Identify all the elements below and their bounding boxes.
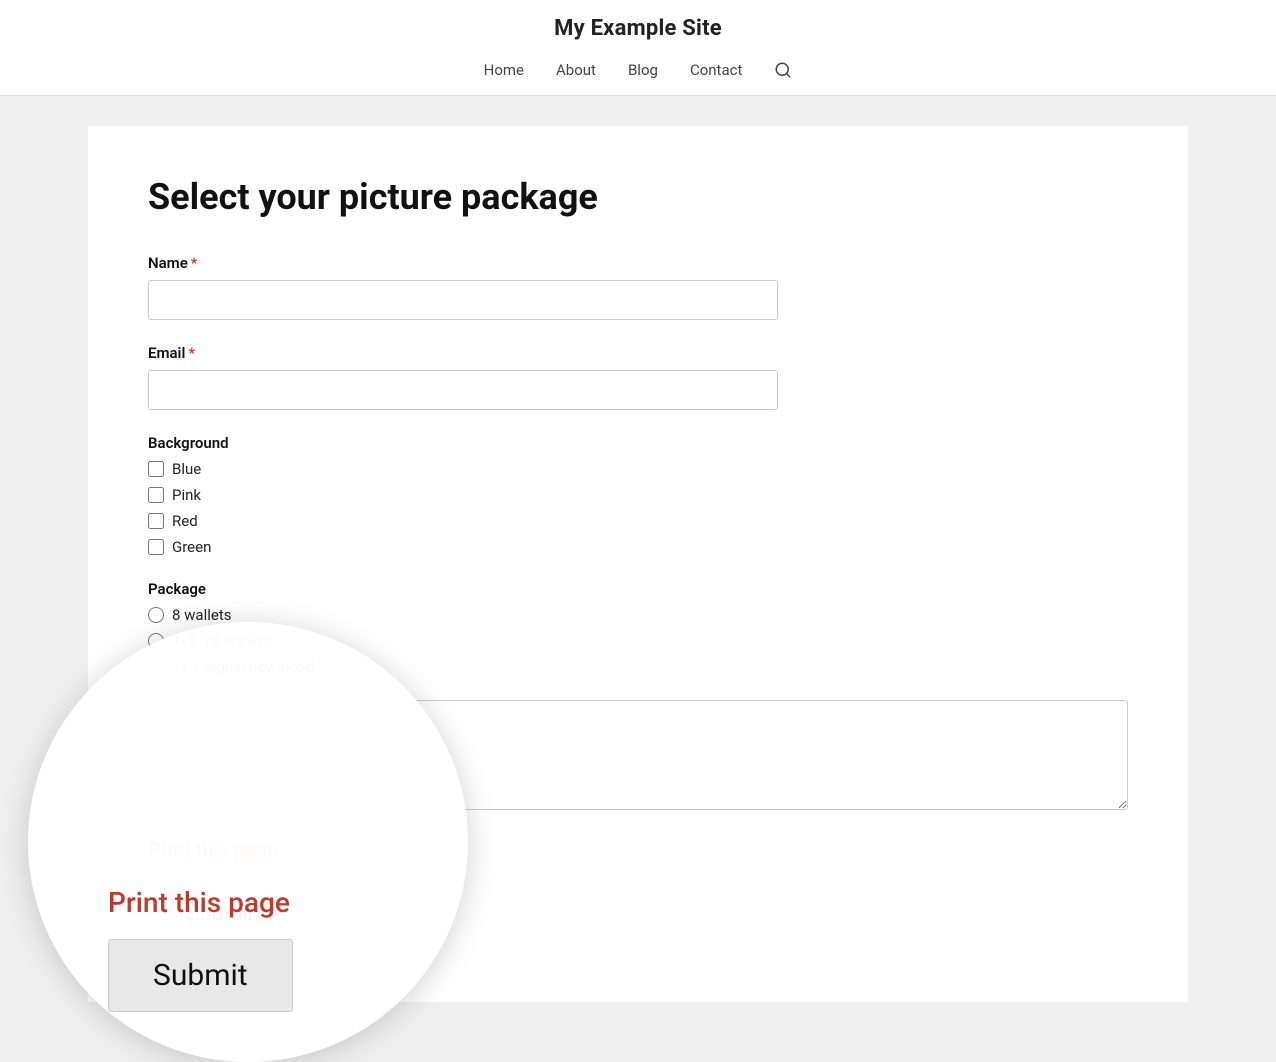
checkbox-blue[interactable]: Blue: [148, 460, 1128, 478]
site-title: My Example Site: [0, 0, 1276, 51]
page-body: Select your picture package Name* Email*…: [0, 96, 1276, 1032]
background-group: Background Blue Pink Red Green: [148, 434, 1128, 556]
radio-package-3-input[interactable]: [148, 659, 164, 675]
radio-package-2[interactable]: 1x5, 16 wallets: [148, 632, 1128, 650]
checkbox-green-input[interactable]: [148, 539, 164, 555]
radio-package-1-input[interactable]: [148, 607, 164, 623]
radio-package-3[interactable]: 1s + digital download: [148, 658, 1128, 676]
nav-about[interactable]: About: [556, 61, 596, 79]
radio-package-2-input[interactable]: [148, 633, 164, 649]
background-checkboxes: Blue Pink Red Green: [148, 460, 1128, 556]
package-group: Package 8 wallets 1x5, 16 wallets 1s + d…: [148, 580, 1128, 676]
name-group: Name*: [148, 254, 1128, 320]
notes-group: [148, 700, 1128, 814]
checkbox-red-input[interactable]: [148, 513, 164, 529]
checkbox-pink-input[interactable]: [148, 487, 164, 503]
name-input[interactable]: [148, 280, 778, 320]
background-label: Background: [148, 434, 1128, 452]
name-label: Name*: [148, 254, 1128, 272]
checkbox-red[interactable]: Red: [148, 512, 1128, 530]
nav-blog[interactable]: Blog: [628, 61, 658, 79]
main-nav: Home About Blog Contact: [0, 51, 1276, 95]
submit-container: Submit: [148, 886, 1128, 942]
nav-contact[interactable]: Contact: [690, 61, 742, 79]
site-header: My Example Site Home About Blog Contact: [0, 0, 1276, 96]
nav-home[interactable]: Home: [484, 61, 524, 79]
zoom-submit-text: Submit: [108, 939, 293, 1012]
notes-input[interactable]: [148, 700, 1128, 810]
checkbox-pink[interactable]: Pink: [148, 486, 1128, 504]
name-required: *: [191, 254, 198, 272]
submit-button[interactable]: Submit: [148, 886, 290, 942]
email-group: Email*: [148, 344, 1128, 410]
package-label: Package: [148, 580, 1128, 598]
print-link-container: Print this page: [148, 838, 1128, 886]
radio-package-1[interactable]: 8 wallets: [148, 606, 1128, 624]
search-icon: [774, 61, 792, 79]
form-title: Select your picture package: [148, 176, 1128, 218]
form-card: Select your picture package Name* Email*…: [88, 126, 1188, 1002]
email-input[interactable]: [148, 370, 778, 410]
search-button[interactable]: [774, 61, 792, 79]
checkbox-blue-input[interactable]: [148, 461, 164, 477]
email-required: *: [188, 344, 195, 362]
email-label: Email*: [148, 344, 1128, 362]
print-link[interactable]: Print this page: [148, 838, 278, 862]
package-radios: 8 wallets 1x5, 16 wallets 1s + digital d…: [148, 606, 1128, 676]
checkbox-green[interactable]: Green: [148, 538, 1128, 556]
